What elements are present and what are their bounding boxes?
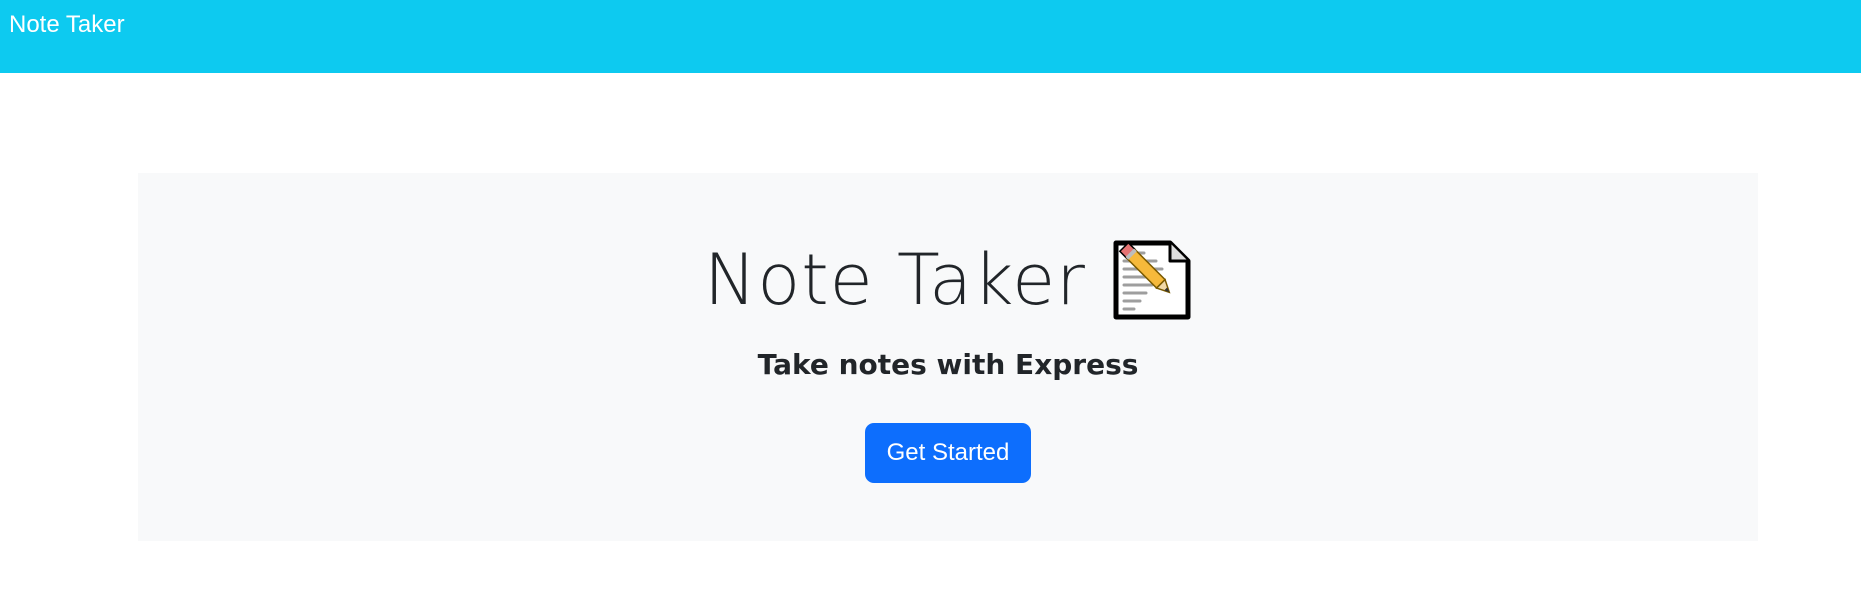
page-title: Note Taker bbox=[704, 239, 1086, 321]
navbar-brand-link[interactable]: Note Taker bbox=[9, 8, 125, 42]
memo-icon bbox=[1113, 240, 1191, 320]
get-started-button[interactable]: Get Started bbox=[865, 423, 1031, 483]
hero-title-row: Note Taker bbox=[138, 235, 1758, 325]
hero-jumbotron: Note Taker Take notes with Express Get S… bbox=[138, 173, 1758, 541]
hero-lead-text: Take notes with Express bbox=[757, 348, 1139, 381]
top-navbar: Note Taker bbox=[0, 0, 1861, 73]
